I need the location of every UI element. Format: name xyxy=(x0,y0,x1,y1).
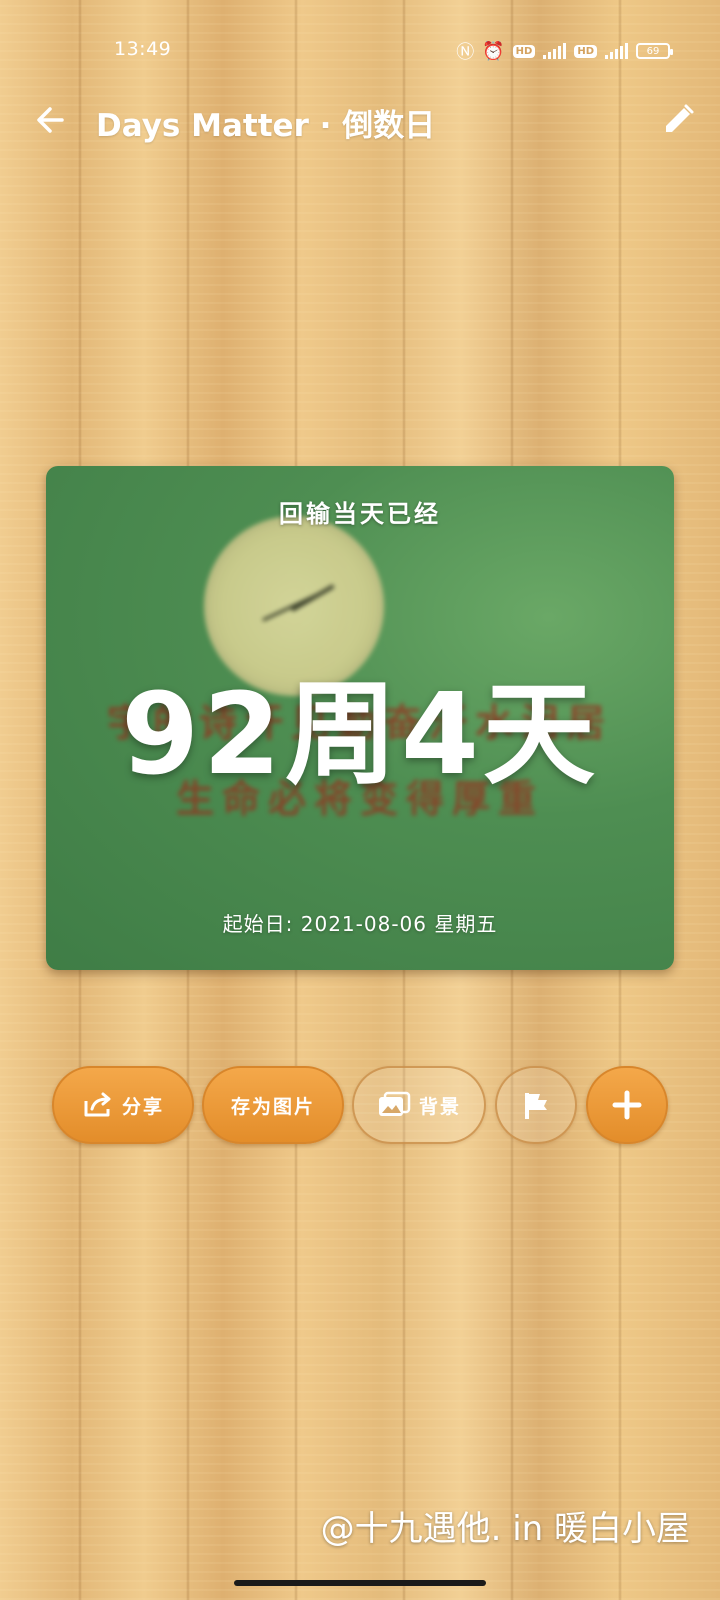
flag-icon xyxy=(525,1093,547,1119)
page-title: Days Matter · 倒数日 xyxy=(96,108,436,144)
share-icon xyxy=(84,1092,111,1117)
plus-icon xyxy=(612,1090,642,1120)
status-bar: 13:49 Ⓝ ⏰ HD HD 69 xyxy=(0,30,720,66)
share-button[interactable]: 分享 xyxy=(52,1066,194,1144)
add-button[interactable] xyxy=(586,1066,668,1144)
hd-badge-1: HD xyxy=(512,44,536,58)
nfc-icon: Ⓝ xyxy=(456,42,475,63)
watermark-text: @十九遇他. in 暖白小屋 xyxy=(320,1509,690,1549)
save-as-image-label: 存为图片 xyxy=(230,1095,315,1118)
share-label: 分享 xyxy=(121,1095,164,1118)
status-icons: Ⓝ ⏰ HD HD 69 xyxy=(456,38,673,64)
signal-icon-1 xyxy=(543,43,567,59)
back-button[interactable] xyxy=(28,98,72,142)
signal-icon-2 xyxy=(605,43,628,59)
save-as-image-button[interactable]: 存为图片 xyxy=(202,1066,344,1144)
action-bar: 分享 存为图片 背景 xyxy=(0,1066,720,1146)
start-date: 起始日: 2021-08-06 星期五 xyxy=(222,912,498,936)
arrow-left-icon xyxy=(37,107,64,133)
background-label: 背景 xyxy=(418,1095,461,1118)
card-subtitle: 回输当天已经 xyxy=(279,500,441,528)
battery-icon: 69 xyxy=(636,43,673,59)
countdown-card[interactable]: 宇的诗汗见勤奋汗水泪居 生命必将变得厚重 回输当天已经 92周4天 起始日: 2… xyxy=(46,466,674,970)
hd-badge-2: HD xyxy=(574,44,597,58)
status-time: 13:49 xyxy=(114,38,172,60)
edit-button[interactable] xyxy=(656,98,700,142)
image-icon xyxy=(378,1091,411,1116)
app-bar: Days Matter · 倒数日 xyxy=(0,88,720,148)
alarm-icon: ⏰ xyxy=(482,40,505,62)
home-indicator[interactable] xyxy=(234,1580,486,1586)
background-button[interactable]: 背景 xyxy=(352,1066,486,1144)
elapsed-duration: 92周4天 xyxy=(121,670,599,800)
pencil-icon xyxy=(666,104,694,132)
flag-button[interactable] xyxy=(495,1066,577,1144)
